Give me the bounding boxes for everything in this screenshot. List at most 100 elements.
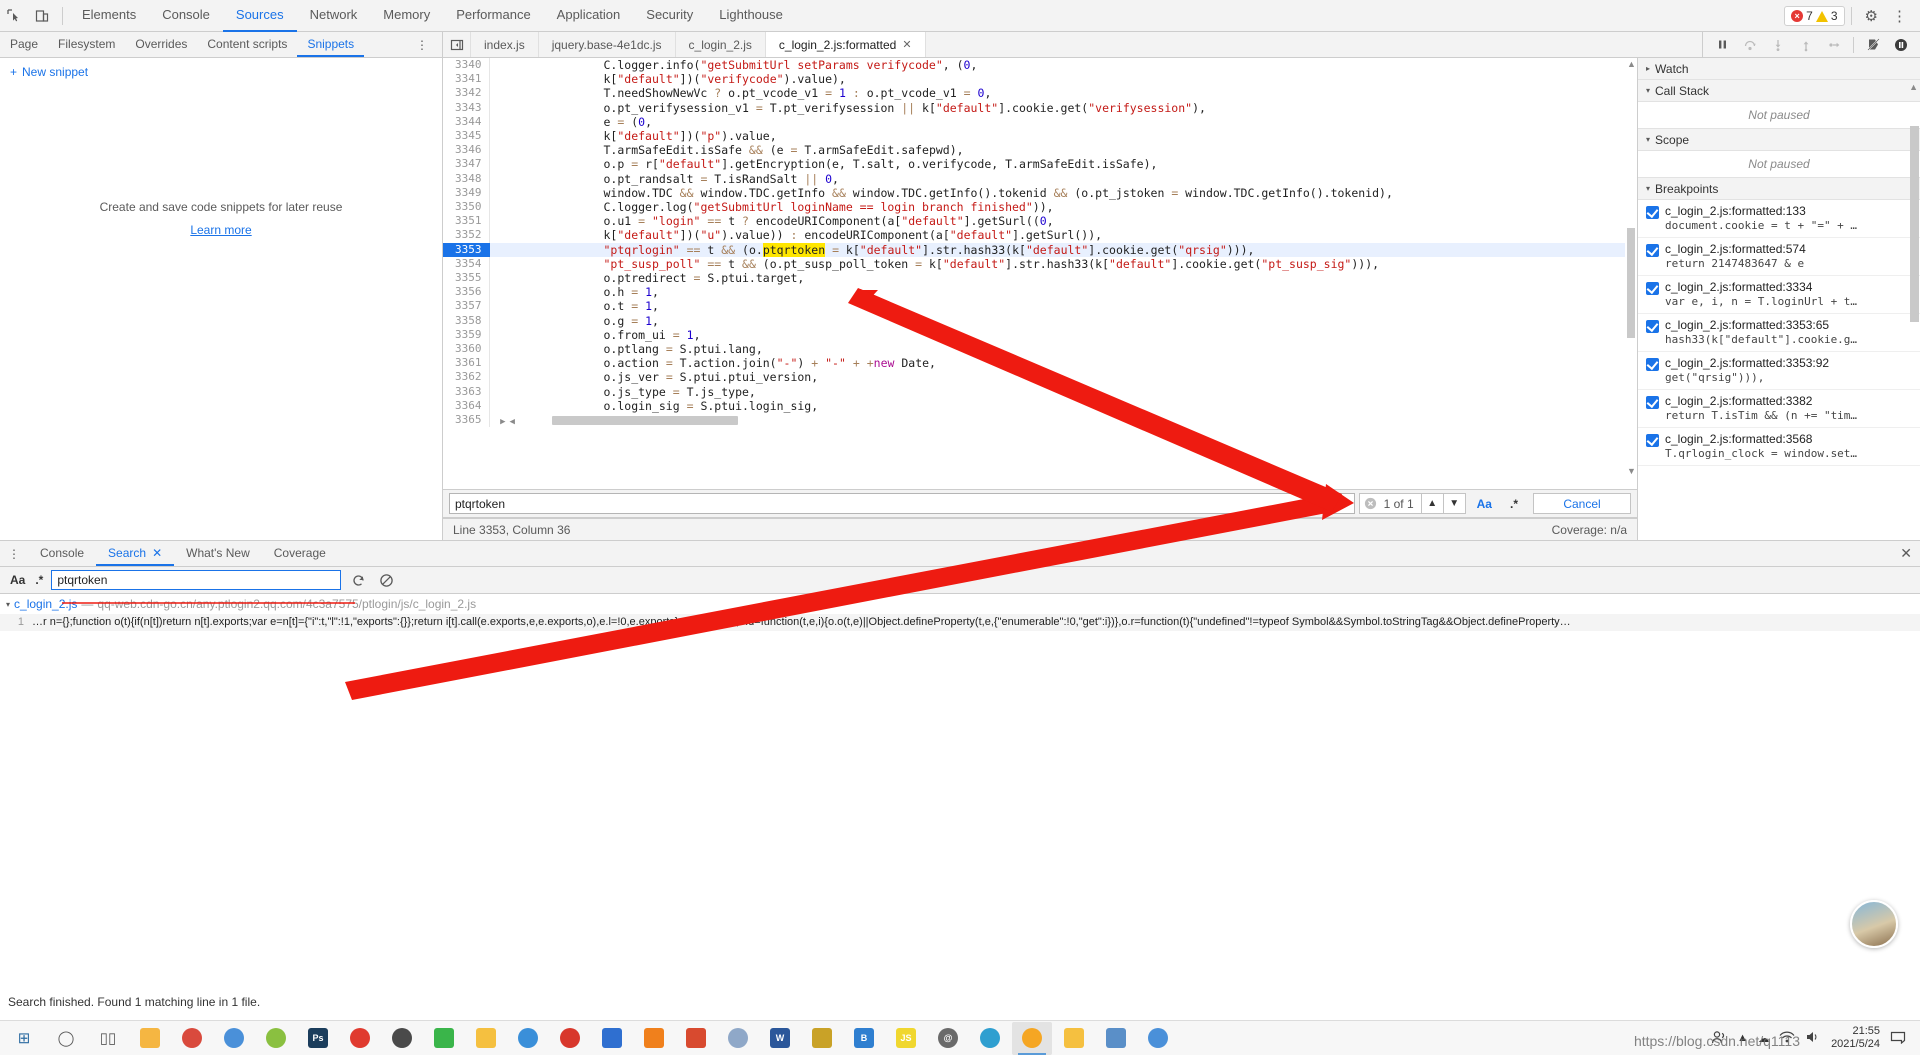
editor-tab-index-js[interactable]: index.js <box>471 32 539 57</box>
scrollbar-thumb[interactable] <box>1910 126 1919 322</box>
line-number[interactable]: 3347 <box>443 157 490 172</box>
avatar[interactable] <box>1850 900 1898 948</box>
line-source[interactable]: T.needShowNewVc ? o.pt_vcode_v1 = 1 : o.… <box>489 86 1637 100</box>
safari-icon[interactable] <box>970 1022 1010 1055</box>
find-next-button[interactable]: ▼ <box>1442 493 1465 514</box>
line-number[interactable]: 3362 <box>443 370 490 385</box>
line-number[interactable]: 3359 <box>443 327 490 343</box>
code-line[interactable]: 3359 o.from_ui = 1, <box>443 327 1637 343</box>
deactivate-breakpoints-button[interactable] <box>1860 33 1886 57</box>
chrome-active-icon[interactable] <box>1012 1021 1052 1055</box>
code-line[interactable]: 3348 o.pt_randsalt = T.isRandSalt || 0, <box>443 171 1637 186</box>
line-number[interactable]: 3342 <box>443 86 490 101</box>
code-line[interactable]: 3343 o.pt_verifysession_v1 = T.pt_verifys… <box>443 100 1637 115</box>
line-source[interactable]: ◀ ▶ <box>489 413 1637 427</box>
line-number[interactable]: 3348 <box>443 171 490 186</box>
tab-network[interactable]: Network <box>297 0 371 32</box>
search-match-case-toggle[interactable]: Aa <box>8 573 27 587</box>
scrollbar-thumb[interactable] <box>1627 228 1635 338</box>
breakpoint-item[interactable]: c_login_2.js:formatted:3568 T.qrlogin_clo… <box>1638 428 1920 466</box>
breakpoint-item[interactable]: c_login_2.js:formatted:3334 var e, i, n =… <box>1638 276 1920 314</box>
line-source[interactable]: "pt_susp_poll" == t && (o.pt_susp_poll_t… <box>489 257 1637 271</box>
pause-on-exceptions-button[interactable] <box>1888 33 1914 57</box>
line-source[interactable]: k["default"])("u").value)) : encodeURICo… <box>489 228 1637 242</box>
tab-sources[interactable]: Sources <box>222 0 297 32</box>
action-center-icon[interactable] <box>1890 1030 1906 1047</box>
find-cancel-button[interactable]: Cancel <box>1533 493 1631 514</box>
code-line-current[interactable]: 3353 "ptqrlogin" == t && (o.ptqrtoken = k… <box>443 242 1637 257</box>
code-line[interactable]: 3349 window.TDC && window.TDC.getInfo && … <box>443 185 1637 201</box>
line-source[interactable]: o.pt_randsalt = T.isRandSalt || 0, <box>489 172 1637 186</box>
line-number[interactable]: 3352 <box>443 228 490 243</box>
photoshop-icon[interactable]: Ps <box>298 1022 338 1055</box>
code-line[interactable]: 3355 o.ptredirect = S.ptui.target, <box>443 271 1637 286</box>
drawer-tab-whats-new[interactable]: What's New <box>174 541 262 566</box>
step-over-next-call-button[interactable] <box>1737 33 1763 57</box>
js-icon[interactable]: JS <box>886 1022 926 1055</box>
no-entry-icon[interactable] <box>375 569 397 591</box>
chrome-beta-icon[interactable] <box>214 1022 254 1055</box>
line-source[interactable]: o.js_type = T.js_type, <box>489 385 1637 399</box>
line-number[interactable]: 3364 <box>443 398 490 414</box>
vpn-icon[interactable] <box>508 1022 548 1055</box>
code-line[interactable]: 3342 T.needShowNewVc ? o.pt_vcode_v1 = 1 … <box>443 86 1637 101</box>
breakpoint-item[interactable]: c_login_2.js:formatted:3353:92 get("qrsig… <box>1638 352 1920 390</box>
line-number[interactable]: 3356 <box>443 285 490 300</box>
line-source[interactable]: o.action = T.action.join("-") + "-" + +n… <box>489 356 1637 370</box>
chevron-up-icon[interactable]: ▲ <box>1909 82 1918 92</box>
youdao-icon[interactable] <box>676 1022 716 1055</box>
nav-tab-filesystem[interactable]: Filesystem <box>48 32 125 57</box>
tab-performance[interactable]: Performance <box>443 0 543 32</box>
tab-security[interactable]: Security <box>633 0 706 32</box>
clock[interactable]: 21:55 2021/5/24 <box>1831 1025 1880 1051</box>
code-line[interactable]: 3345 k["default"])("p").value, <box>443 129 1637 144</box>
cdr-icon[interactable] <box>256 1022 296 1055</box>
line-source[interactable]: o.js_ver = S.ptui.ptui_version, <box>489 370 1637 384</box>
breakpoint-checkbox[interactable] <box>1646 396 1659 409</box>
cortana-search[interactable]: ◯ <box>46 1022 86 1055</box>
breakpoint-checkbox[interactable] <box>1646 244 1659 257</box>
chevron-up-icon[interactable]: ▲ <box>1627 59 1636 69</box>
find-regex-toggle[interactable]: .* <box>1503 497 1525 511</box>
line-number[interactable]: 3360 <box>443 342 490 357</box>
snippets-learn-more-link[interactable]: Learn more <box>190 223 251 237</box>
kebab-menu-icon[interactable]: ⋮ <box>1885 7 1914 25</box>
tab-memory[interactable]: Memory <box>370 0 443 32</box>
code-line[interactable]: 3352 k["default"])("u").value)) : encodeU… <box>443 228 1637 243</box>
kebab-menu-icon[interactable]: ⋮ <box>0 541 28 566</box>
search-regex-toggle[interactable]: .* <box>33 573 45 587</box>
line-number[interactable]: 3355 <box>443 271 490 286</box>
cloud-icon[interactable] <box>718 1022 758 1055</box>
line-source[interactable]: "ptqrlogin" == t && (o.ptqrtoken = k["de… <box>489 242 1637 257</box>
code-line[interactable]: 3346 T.armSafeEdit.isSafe && (e = T.armSa… <box>443 143 1637 158</box>
tab-console[interactable]: Console <box>149 0 223 32</box>
device-toolbar-icon[interactable] <box>28 3 56 29</box>
line-number[interactable]: 3345 <box>443 129 490 144</box>
code-viewport[interactable]: 3340 C.logger.info("getSubmitUrl setParam… <box>443 58 1637 489</box>
tab-lighthouse[interactable]: Lighthouse <box>706 0 796 32</box>
breakpoint-checkbox[interactable] <box>1646 282 1659 295</box>
chrome2-icon[interactable] <box>1138 1022 1178 1055</box>
chevron-down-icon[interactable]: ▼ <box>1627 466 1636 476</box>
line-source[interactable]: o.p = r["default"].getEncryption(e, T.sa… <box>489 157 1637 171</box>
notepad-icon[interactable] <box>1096 1022 1136 1055</box>
code-line[interactable]: 3361 o.action = T.action.join("-") + "-" … <box>443 356 1637 371</box>
breakpoint-checkbox[interactable] <box>1646 358 1659 371</box>
clear-circle-icon[interactable] <box>1360 497 1382 510</box>
search-input[interactable] <box>51 570 342 590</box>
feishu-icon[interactable] <box>592 1022 632 1055</box>
breakpoint-item[interactable]: c_login_2.js:formatted:3382 return T.isTi… <box>1638 390 1920 428</box>
line-number[interactable]: 3344 <box>443 114 490 130</box>
code-line[interactable]: 3357 o.t = 1, <box>443 299 1637 314</box>
sidebar-vertical-scrollbar[interactable]: ▲ <box>1909 80 1920 540</box>
line-source[interactable]: o.g = 1, <box>489 314 1637 328</box>
code-line[interactable]: 3344 e = (0, <box>443 114 1637 130</box>
code-line[interactable]: 3364 o.login_sig = S.ptui.login_sig, <box>443 398 1637 414</box>
step-into-next-call-button[interactable] <box>1765 33 1791 57</box>
breakpoints-section-header[interactable]: ▾ Breakpoints <box>1638 178 1920 200</box>
tab-application[interactable]: Application <box>544 0 634 32</box>
code-line[interactable]: 3358 o.g = 1, <box>443 313 1637 328</box>
find-match-case-toggle[interactable]: Aa <box>1470 497 1499 511</box>
editor-tab-c-login-2-formatted[interactable]: c_login_2.js:formatted ✕ <box>765 32 926 57</box>
inspect-element-icon[interactable] <box>0 3 28 29</box>
